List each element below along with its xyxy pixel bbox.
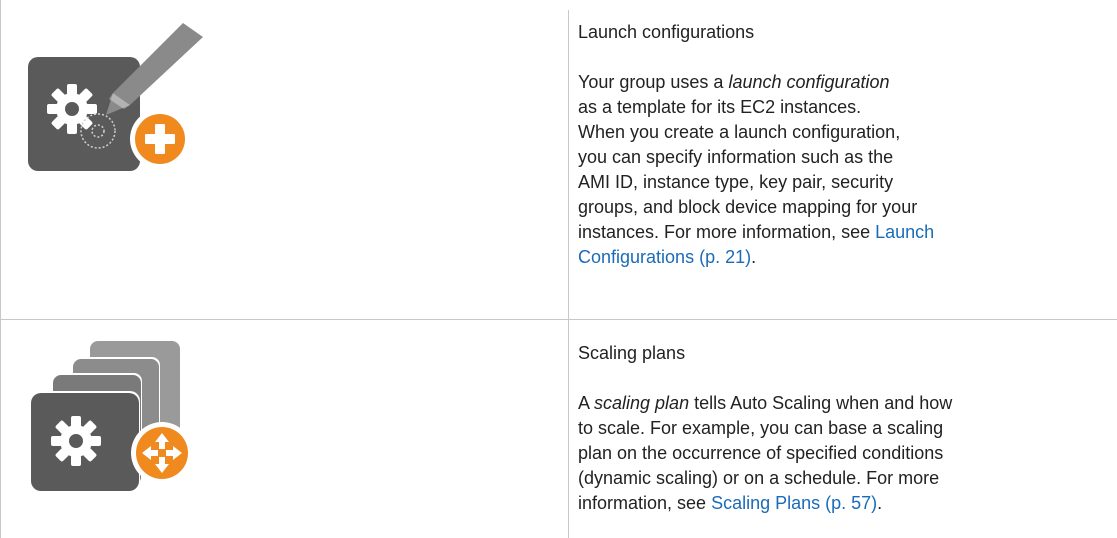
text-run: . [751,247,757,267]
text-run: . [877,493,883,513]
italic-term: launch configuration [728,72,890,92]
row-2-icon-cell [20,335,220,500]
text-line: Configurations (p. 21). [578,245,1103,270]
text-run: A [578,393,595,413]
text-line: to scale. For example, you can base a sc… [578,416,1103,441]
doc-link[interactable]: Scaling Plans (p. 57) [711,493,877,513]
text-line: you can specify information such as the [578,145,1103,170]
row-1-text-cell: Launch configurations Your group uses a … [578,20,1103,270]
text-run: information, see [578,493,712,513]
text-run: AMI ID, instance type, key pair, securit… [578,172,894,192]
text-line: groups, and block device mapping for you… [578,195,1103,220]
text-run: Your group uses a [578,72,729,92]
text-run: When you create a launch configuration, [578,122,901,142]
table-row-divider [0,319,1117,320]
text-line: plan on the occurrence of specified cond… [578,441,1103,466]
launch-configuration-icon [28,23,203,171]
text-run: you can specify information such as the [578,147,894,167]
text-run: groups, and block device mapping for you… [578,197,918,217]
scaling-plans-title: Scaling plans [578,343,686,363]
row-1-icon-cell [20,15,220,180]
text-line: Your group uses a launch configuration [578,70,1103,95]
text-line: A scaling plan tells Auto Scaling when a… [578,391,1103,416]
row-2-text-cell: Scaling plans A scaling plan tells Auto … [578,341,1103,516]
doc-link[interactable]: Configurations (p. 21) [578,247,751,267]
table-left-border [0,0,1,538]
text-line: as a template for its EC2 instances. [578,95,1103,120]
text-line: When you create a launch configuration, [578,120,1103,145]
doc-link[interactable]: Launch [875,222,934,242]
text-run: as a template for its EC2 instances. [578,97,862,117]
text-run: to scale. For example, you can base a sc… [578,418,944,438]
text-line: information, see Scaling Plans (p. 57). [578,491,1103,516]
scaling-plan-icon [28,341,193,491]
launch-configurations-description: Your group uses a launch configuration as… [578,70,1103,270]
text-line: AMI ID, instance type, key pair, securit… [578,170,1103,195]
launch-configurations-title: Launch configurations [578,22,755,42]
scaling-plans-description: A scaling plan tells Auto Scaling when a… [578,391,1103,516]
table-column-divider [568,10,569,538]
text-run: plan on the occurrence of specified cond… [578,443,944,463]
text-run: tells Auto Scaling when and how [689,393,953,413]
italic-term: scaling plan [594,393,690,413]
text-run: instances. For more information, see [578,222,876,242]
text-run: (dynamic scaling) or on a schedule. For … [578,468,940,488]
text-line: (dynamic scaling) or on a schedule. For … [578,466,1103,491]
text-line: instances. For more information, see Lau… [578,220,1103,245]
